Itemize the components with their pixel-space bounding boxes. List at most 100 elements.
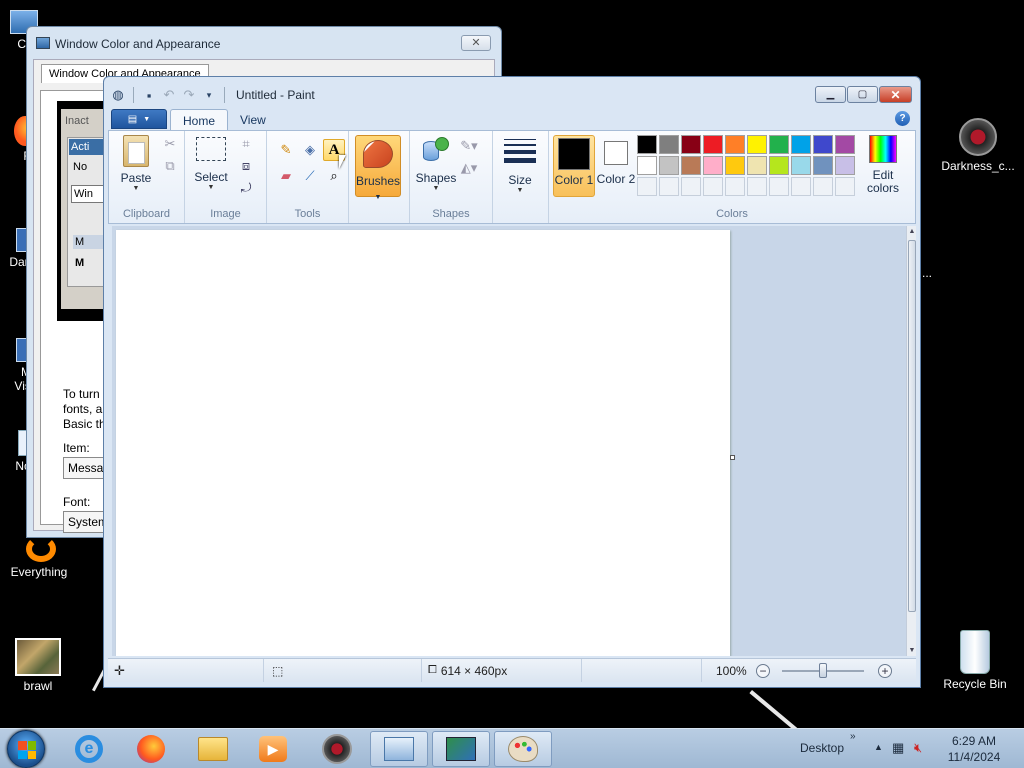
show-hidden-icons-icon[interactable]: ▲ xyxy=(874,742,883,752)
custom-color-slot[interactable] xyxy=(835,177,855,196)
taskbar-internet-explorer[interactable]: e xyxy=(60,731,118,767)
canvas-resize-handle[interactable] xyxy=(730,455,735,460)
canvas-area[interactable] xyxy=(112,226,906,656)
start-button[interactable] xyxy=(7,730,45,768)
vertical-scrollbar[interactable]: ▲ ▼ xyxy=(906,226,916,656)
close-button[interactable]: ✕ xyxy=(879,86,912,103)
taskbar-darkness-app[interactable] xyxy=(308,731,366,767)
drawing-canvas[interactable] xyxy=(116,230,730,656)
custom-color-slot[interactable] xyxy=(725,177,745,196)
select-button[interactable]: Select ▼ xyxy=(191,137,231,191)
desktop-icon-darkness-c[interactable]: Darkness_c... xyxy=(938,118,1018,173)
palette-swatch[interactable] xyxy=(769,135,789,154)
chevron-down-icon: ▼ xyxy=(143,115,151,123)
color1-button[interactable]: Color 1 xyxy=(553,135,595,197)
taskbar-control-panel[interactable] xyxy=(370,731,428,767)
rotate-icon[interactable]: ⤾ xyxy=(237,179,255,197)
clock[interactable]: 6:29 AM 11/4/2024 xyxy=(932,733,1016,765)
palette-swatch[interactable] xyxy=(637,135,657,154)
double-chevron-icon[interactable]: » xyxy=(850,731,856,742)
zoom-in-button[interactable]: + xyxy=(878,664,892,678)
scrollbar-thumb[interactable] xyxy=(908,240,916,612)
palette-swatch[interactable] xyxy=(681,156,701,175)
palette-swatch[interactable] xyxy=(813,135,833,154)
custom-color-slot[interactable] xyxy=(747,177,767,196)
custom-color-slot[interactable] xyxy=(637,177,657,196)
palette-swatch[interactable] xyxy=(725,156,745,175)
size-button[interactable]: Size ▼ xyxy=(499,135,541,194)
crop-icon[interactable]: ⌗ xyxy=(237,135,255,153)
custom-color-slot[interactable] xyxy=(703,177,723,196)
tab-home[interactable]: Home xyxy=(170,109,229,130)
palette-swatch[interactable] xyxy=(791,135,811,154)
custom-color-slot[interactable] xyxy=(813,177,833,196)
palette-swatch[interactable] xyxy=(813,156,833,175)
cut-icon[interactable]: ✂ xyxy=(161,135,179,153)
brushes-button[interactable]: Brushes ▼ xyxy=(355,135,401,201)
desktop-icon-brawl[interactable]: brawl xyxy=(10,638,66,693)
pencil-icon[interactable]: ✎ xyxy=(275,139,297,161)
maximize-button[interactable]: ▢ xyxy=(847,86,878,103)
palette-swatch[interactable] xyxy=(835,135,855,154)
palette-swatch[interactable] xyxy=(681,135,701,154)
desktop-icon-recycle-bin[interactable]: Recycle Bin xyxy=(938,630,1012,691)
custom-color-slot[interactable] xyxy=(681,177,701,196)
desktop-icon-everything[interactable]: Everything xyxy=(6,536,72,579)
paint-menu-button[interactable]: ▤ ▼ xyxy=(111,109,167,129)
custom-color-slot[interactable] xyxy=(769,177,789,196)
taskbar-file-explorer[interactable] xyxy=(184,731,242,767)
color2-button[interactable]: Color 2 xyxy=(595,135,637,197)
shapes-button[interactable]: Shapes ▼ xyxy=(414,135,458,192)
paint-title: Untitled - Paint xyxy=(236,88,315,102)
zoom-out-button[interactable]: − xyxy=(756,664,770,678)
edit-colors-label: Edit colors xyxy=(866,168,899,195)
scroll-up-arrow[interactable]: ▲ xyxy=(907,228,917,235)
palette-swatch[interactable] xyxy=(637,156,657,175)
taskbar-media-player[interactable]: ▶ xyxy=(244,731,302,767)
palette-swatch[interactable] xyxy=(769,156,789,175)
palette-swatch[interactable] xyxy=(703,156,723,175)
palette-swatch[interactable] xyxy=(747,135,767,154)
scroll-down-arrow[interactable]: ▼ xyxy=(907,647,917,654)
dialog-close-button[interactable]: ✕ xyxy=(461,35,491,51)
paint-app-icon[interactable]: ◍ xyxy=(110,87,126,103)
taskbar-firefox[interactable] xyxy=(122,731,180,767)
undo-icon[interactable]: ↶ xyxy=(161,87,177,103)
custom-color-slot[interactable] xyxy=(791,177,811,196)
zoom-slider-thumb[interactable] xyxy=(819,663,827,678)
taskbar-display-settings[interactable] xyxy=(432,731,490,767)
copy-icon[interactable]: ⧉ xyxy=(161,157,179,175)
tab-view[interactable]: View xyxy=(228,109,278,130)
help-icon[interactable]: ? xyxy=(895,111,910,126)
palette-swatch[interactable] xyxy=(791,156,811,175)
palette-swatch[interactable] xyxy=(659,135,679,154)
selection-size-cell: ⬚ xyxy=(264,659,422,682)
color-picker-icon[interactable]: ⟋ xyxy=(299,165,321,187)
palette-swatch[interactable] xyxy=(659,156,679,175)
save-icon[interactable]: ▪ xyxy=(141,87,157,103)
edit-colors-button[interactable]: Edit colors xyxy=(863,135,903,195)
desktop-toolbar-label[interactable]: Desktop xyxy=(800,741,860,755)
palette-swatch[interactable] xyxy=(835,156,855,175)
empty-cell xyxy=(582,659,702,682)
windows-logo-icon xyxy=(18,741,36,759)
taskbar-paint[interactable] xyxy=(494,731,552,767)
network-icon[interactable]: ▦ xyxy=(892,740,904,756)
redo-icon[interactable]: ↷ xyxy=(181,87,197,103)
eraser-icon[interactable]: ▰ xyxy=(275,165,297,187)
brushes-label: Brushes xyxy=(356,174,401,188)
shape-fill-icon[interactable]: ◭▾ xyxy=(460,159,478,177)
outline-icon[interactable]: ✎▾ xyxy=(460,137,478,155)
palette-swatch[interactable] xyxy=(725,135,745,154)
palette-swatch[interactable] xyxy=(747,156,767,175)
paste-button[interactable]: Paste ▼ xyxy=(115,135,157,192)
volume-muted-icon[interactable]: 🔇︎ xyxy=(914,740,922,756)
palette-swatch[interactable] xyxy=(703,135,723,154)
quick-access-toolbar: ◍ ▪ ↶ ↷ ▾ xyxy=(110,85,228,105)
minimize-button[interactable]: ▁ xyxy=(815,86,846,103)
custom-color-slot[interactable] xyxy=(659,177,679,196)
customize-toolbar-icon[interactable]: ▾ xyxy=(201,87,217,103)
resize-icon[interactable]: ⧈ xyxy=(237,157,255,175)
clipboard-group: Paste ▼ ✂ ⧉ Clipboard xyxy=(109,131,185,223)
fill-icon[interactable]: ◈ xyxy=(299,139,321,161)
